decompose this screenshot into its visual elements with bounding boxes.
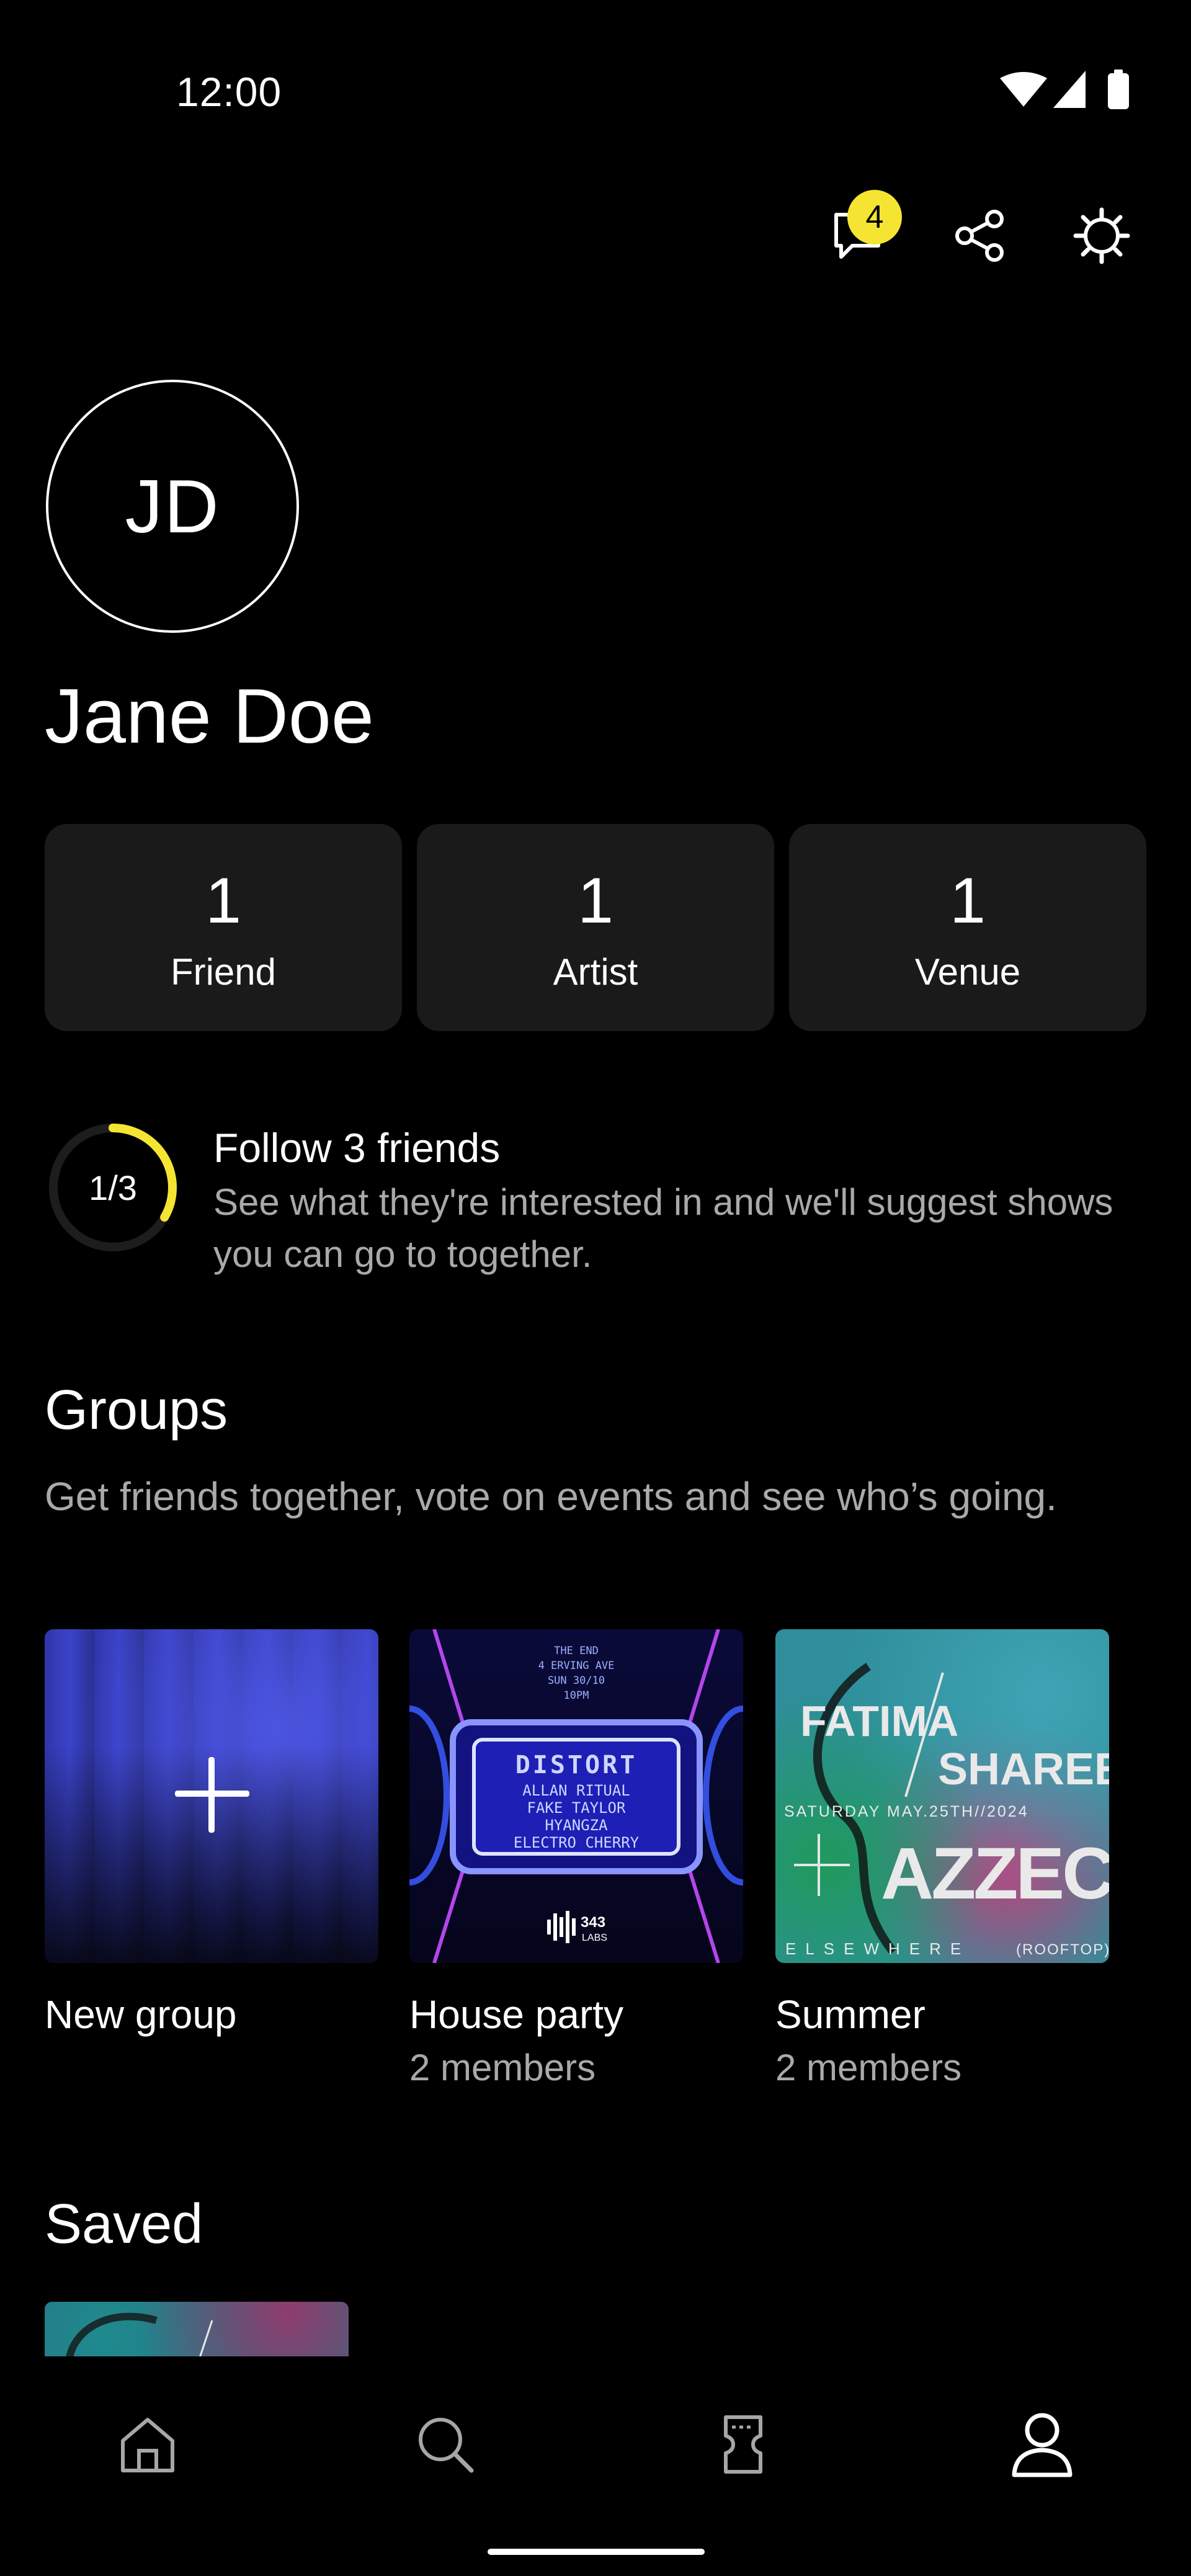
share-icon — [955, 210, 1004, 262]
saved-heading: Saved — [45, 2193, 203, 2255]
settings-button[interactable] — [1058, 192, 1145, 279]
nav-profile-button[interactable] — [986, 2401, 1098, 2488]
ticket-icon — [724, 2415, 762, 2474]
poster-date: SATURDAY MAY.25TH//2024 — [784, 1803, 1029, 1820]
poster-brand-number: 343 — [581, 1914, 605, 1931]
notification-badge: 4 — [847, 190, 902, 244]
new-group-tile[interactable] — [45, 1629, 378, 1963]
status-icons — [1000, 69, 1129, 109]
stat-friends-label: Friend — [170, 950, 277, 993]
battery-icon — [1108, 73, 1129, 109]
stat-venues-label: Venue — [914, 950, 1021, 993]
home-icon — [121, 2418, 174, 2472]
share-button[interactable] — [937, 192, 1024, 279]
poster-top-line-1: THE END — [554, 1645, 599, 1657]
stat-artists-label: Artist — [553, 950, 638, 993]
summer-tile[interactable]: FATIMA SHAREEN SATURDAY MAY.25TH//2024 A… — [775, 1629, 1109, 1963]
poster-artist-2: FAKE TAYLOR — [527, 1799, 626, 1817]
poster-headliner: AZZECCA — [881, 1833, 1109, 1915]
progress-title[interactable]: Follow 3 friends — [213, 1124, 500, 1171]
poster-headline: DISTORT — [515, 1751, 638, 1779]
azzecca-poster: FATIMA SHAREEN SATURDAY MAY.25TH//2024 A… — [784, 1663, 1109, 1958]
avatar[interactable]: JD — [46, 380, 299, 633]
poster-artist-1: ALLAN RITUAL — [522, 1782, 630, 1799]
group-name-new[interactable]: New group — [45, 1992, 237, 2037]
nav-tickets-button[interactable] — [687, 2401, 799, 2488]
groups-description: Get friends together, vote on events and… — [45, 1474, 1057, 1519]
group-name-summer[interactable]: Summer — [775, 1992, 926, 2037]
house-party-tile[interactable]: THE END 4 ERVING AVE SUN 30/10 10PM DIST… — [409, 1629, 743, 1963]
cellular-signal-icon — [1053, 71, 1086, 108]
stat-venues-card[interactable]: 1 Venue — [789, 824, 1146, 1031]
nav-search-button[interactable] — [390, 2401, 501, 2488]
profile-name: Jane Doe — [45, 674, 374, 759]
profile-icon — [1012, 2413, 1073, 2477]
gear-icon — [1073, 207, 1130, 264]
poster-artist-4: ELECTRO CHERRY — [514, 1834, 640, 1851]
group-name-house-party[interactable]: House party — [409, 1992, 623, 2037]
progress-count: 1/3 — [89, 1168, 137, 1207]
groups-heading: Groups — [45, 1379, 228, 1441]
poster-brand-name: LABS — [582, 1933, 607, 1943]
stat-friends-count: 1 — [205, 864, 241, 937]
progress-description: See what they're interested in and we'll… — [213, 1181, 1113, 1275]
poster-venue: ELSEWHERE — [785, 1939, 970, 1958]
status-time: 12:00 — [176, 69, 282, 115]
poster-top-line-4: 10PM — [564, 1689, 589, 1702]
poster-area: (ROOFTOP) — [1016, 1941, 1109, 1958]
saved-event-card[interactable] — [45, 2302, 349, 2358]
group-members-summer: 2 members — [775, 2047, 962, 2088]
stat-friends-card[interactable]: 1 Friend — [45, 824, 402, 1031]
distort-poster: THE END 4 ERVING AVE SUN 30/10 10PM DIST… — [409, 1629, 743, 1963]
wifi-icon — [1000, 72, 1047, 107]
poster-artist-3: HYANGZA — [545, 1817, 608, 1834]
poster-top-line-2: 4 ERVING AVE — [538, 1660, 615, 1672]
home-indicator — [488, 2549, 705, 2555]
poster-artist-right: SHAREEN — [938, 1745, 1109, 1794]
stat-artists-card[interactable]: 1 Artist — [417, 824, 774, 1031]
stat-artists-count: 1 — [578, 864, 613, 937]
group-members-house-party: 2 members — [409, 2047, 596, 2088]
stat-venues-count: 1 — [950, 864, 986, 937]
poster-artist-left: FATIMA — [800, 1697, 958, 1745]
poster-top-line-3: SUN 30/10 — [548, 1675, 605, 1687]
nav-home-button[interactable] — [92, 2401, 203, 2488]
search-icon — [419, 2418, 474, 2473]
